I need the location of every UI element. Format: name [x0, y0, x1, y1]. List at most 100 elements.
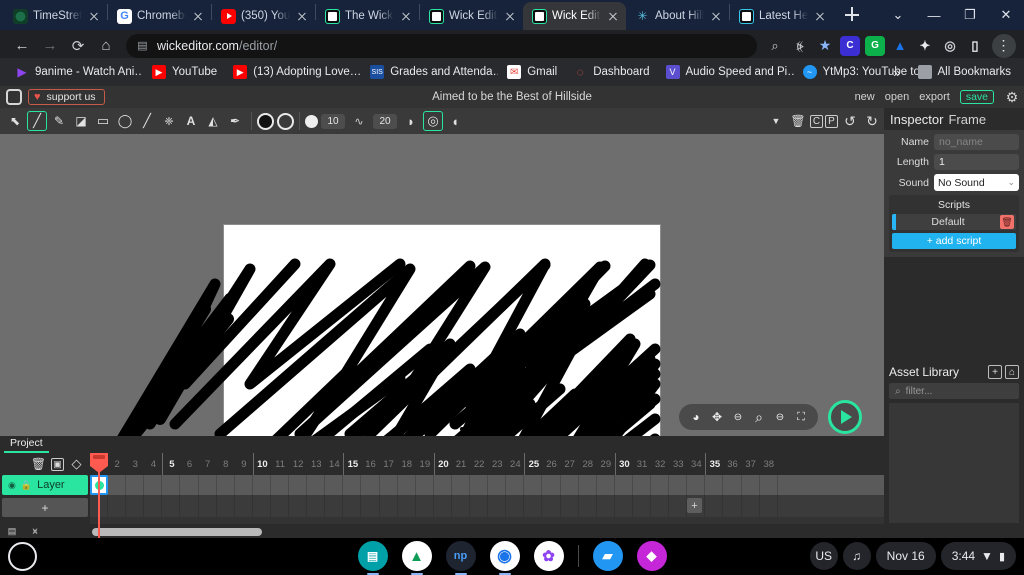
trash-icon[interactable]: 🗑 [1000, 215, 1014, 229]
onion-skin-icon[interactable]: ◕ [687, 408, 705, 426]
timeline-cell[interactable] [162, 495, 181, 517]
reload-icon[interactable]: ⟳ [64, 32, 92, 60]
ellipse-tool[interactable]: ◯ [115, 111, 135, 131]
copy-layer-icon[interactable]: ▣ [51, 457, 64, 471]
sound-select[interactable]: No Sound ⌄ [934, 174, 1019, 191]
open-project-button[interactable]: open [885, 91, 909, 103]
timeline-cell[interactable] [217, 495, 235, 517]
import-icon[interactable]: ⌂ [1005, 365, 1019, 379]
smoothing-input[interactable]: 20 [373, 113, 397, 129]
timeline-cell[interactable] [597, 475, 615, 495]
ruler-tick[interactable]: 31 [633, 453, 651, 475]
name-input[interactable]: no_name [934, 134, 1019, 150]
timeline-cell[interactable] [687, 475, 706, 495]
text-tool[interactable]: A [181, 111, 201, 131]
save-button[interactable]: save [959, 90, 994, 104]
side-panel-icon[interactable]: ▯ [965, 36, 985, 56]
media-icon[interactable]: ♫ [842, 542, 871, 570]
ruler-tick[interactable]: 19 [416, 453, 434, 475]
ruler-tick[interactable]: 17 [380, 453, 398, 475]
timeline-cell[interactable] [524, 495, 543, 517]
ruler-tick[interactable]: 12 [289, 453, 307, 475]
close-icon[interactable] [295, 9, 309, 23]
home-icon[interactable]: ⌂ [92, 32, 120, 60]
browser-tab[interactable]: (350) YouT [212, 2, 315, 30]
close-icon[interactable] [191, 9, 205, 23]
timeline-cell[interactable] [579, 495, 597, 517]
timeline-cell[interactable] [597, 495, 615, 517]
ruler-tick[interactable]: 3 [126, 453, 144, 475]
timeline-cell[interactable] [398, 495, 416, 517]
timeline-cell[interactable] [235, 475, 253, 495]
timeline-cell[interactable] [742, 495, 760, 517]
ruler-tick[interactable]: 8 [217, 453, 235, 475]
timeline-cell[interactable] [362, 475, 380, 495]
address-bar[interactable]: ▤ wickeditor.com/editor/ [126, 33, 757, 58]
timeline-cell[interactable] [669, 495, 688, 517]
ruler-tick[interactable]: 15 [343, 453, 361, 475]
bookmark-item[interactable]: V Audio Speed and Pi… [659, 62, 794, 82]
timeline-cell[interactable] [615, 495, 633, 517]
timeline-layer-track[interactable] [90, 475, 884, 495]
ruler-tick[interactable]: 36 [724, 453, 742, 475]
timeline-cell[interactable] [543, 495, 561, 517]
eye-icon[interactable]: ◉ [8, 480, 16, 491]
browser-tab[interactable]: About Hills [626, 2, 729, 30]
ruler-tick[interactable]: 7 [199, 453, 217, 475]
maximize-icon[interactable]: ❐ [952, 0, 988, 30]
ruler-tick[interactable]: 6 [181, 453, 199, 475]
ruler-tick[interactable]: 34 [687, 453, 705, 475]
ruler-tick[interactable]: 38 [760, 453, 778, 475]
timeline-cell[interactable] [108, 495, 127, 517]
timeline-cell[interactable] [325, 495, 344, 517]
redo-icon[interactable]: ↻ [862, 111, 882, 131]
np-app[interactable]: np [445, 541, 476, 571]
timeline-cell[interactable] [470, 495, 489, 517]
timeline-cell[interactable] [506, 475, 525, 495]
browser-menu-icon[interactable]: ⋮ [992, 33, 1016, 58]
stroke-color-swatch[interactable] [277, 112, 294, 130]
timeline-cell[interactable] [126, 495, 145, 517]
timeline-cell[interactable] [380, 475, 398, 495]
ruler-tick[interactable]: 18 [398, 453, 416, 475]
browser-tab[interactable]: Chromebook [108, 2, 211, 30]
browser-tab-active[interactable]: Wick Edito [523, 2, 626, 30]
timeline-cell[interactable] [452, 495, 471, 517]
files-app[interactable]: ▰ [592, 541, 623, 571]
news-app[interactable]: ▤ [357, 541, 388, 571]
ruler-tick[interactable]: 30 [614, 453, 633, 475]
fill-color-swatch[interactable] [257, 112, 274, 130]
copy-frame-icon[interactable]: C [810, 114, 823, 128]
export-project-button[interactable]: export [919, 91, 950, 103]
canvas-area[interactable]: ◕ ✥ ⊖ ⌕ ⊖ ⛶ [0, 134, 884, 436]
timeline-cell[interactable] [398, 475, 416, 495]
ruler-tick[interactable]: 4 [144, 453, 162, 475]
fill-bucket-tool[interactable]: ◭ [203, 111, 223, 131]
timeline-cell[interactable] [760, 495, 778, 517]
back-icon[interactable]: ← [8, 32, 36, 60]
date-button[interactable]: Nov 16 [875, 542, 936, 570]
ruler-tick[interactable]: 9 [235, 453, 253, 475]
share-icon[interactable]: ⦕ [788, 34, 812, 58]
ruler-tick[interactable]: 20 [433, 453, 452, 475]
timeline-cell[interactable] [235, 495, 253, 517]
ruler-tick[interactable]: 26 [543, 453, 561, 475]
extension-icon-drive[interactable]: ▲ [890, 36, 910, 56]
timeline-cell[interactable] [615, 475, 633, 495]
eyedropper-tool[interactable]: ✒ [225, 111, 245, 131]
ruler-tick[interactable]: 10 [252, 453, 271, 475]
close-icon[interactable] [606, 9, 620, 23]
timeline-ruler[interactable]: 2 3 4 5 6 7 8 9 10 11 12 13 14 15 16 17 18 19 20 21 22 23 24 25… [90, 453, 884, 475]
timeline-cell[interactable] [271, 475, 290, 495]
pan-icon[interactable]: ✥ [708, 408, 726, 426]
bookmark-item[interactable]: ▶ 9anime - Watch Ani… [8, 62, 143, 82]
gear-icon[interactable]: ⚙ [1004, 89, 1020, 105]
timeline-cell[interactable] [217, 475, 235, 495]
layer-item[interactable]: ◉ 🔒 Layer [2, 475, 88, 495]
support-us-button[interactable]: ♥ support us [28, 89, 105, 105]
timeline-cell[interactable] [343, 495, 362, 517]
fit-to-screen-icon[interactable]: ⛶ [792, 408, 810, 426]
timeline-cell[interactable] [253, 495, 271, 517]
undo-icon[interactable]: ↺ [840, 111, 860, 131]
timeline-cell[interactable] [162, 475, 181, 495]
